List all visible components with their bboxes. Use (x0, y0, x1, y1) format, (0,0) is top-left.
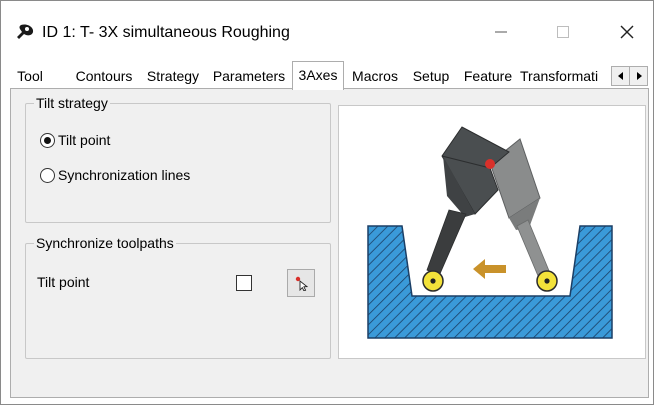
title-bar: ID 1: T- 3X simultaneous Roughing (1, 1, 653, 57)
workpiece-channel (367, 225, 613, 339)
synchronize-toolpaths-group: Synchronize toolpaths Tilt point (25, 235, 331, 359)
maximize-icon (557, 26, 569, 38)
radio-tilt-point-label: Tilt point (58, 132, 111, 148)
tool-left-tilted (426, 126, 510, 277)
contact-point-right-center (544, 278, 550, 284)
tilt-diagram (338, 105, 646, 359)
close-button[interactable] (602, 11, 652, 53)
radio-tilt-point[interactable]: Tilt point (40, 132, 110, 148)
close-icon (620, 25, 634, 39)
tilt-diagram-svg (367, 126, 613, 339)
sync-tilt-point-checkbox[interactable] (236, 275, 252, 291)
synchronize-toolpaths-title: Synchronize toolpaths (34, 235, 176, 251)
tab-scroll-right-button[interactable] (629, 66, 648, 86)
radio-button[interactable] (40, 167, 55, 183)
tab-strategy[interactable]: Strategy (141, 65, 205, 87)
sync-tilt-point-label: Tilt point (37, 274, 90, 290)
tab-3axes[interactable]: 3Axes (292, 61, 344, 90)
contact-point-left-center (430, 278, 436, 284)
maximize-button[interactable] (540, 11, 586, 53)
tilt-point-marker (485, 159, 495, 169)
minimize-button[interactable] (478, 11, 524, 53)
app-logo-icon (17, 24, 34, 39)
radio-synchronization-lines-label: Synchronization lines (58, 167, 191, 183)
dialog-window: ID 1: T- 3X simultaneous Roughing Tool C… (0, 0, 654, 405)
minimize-icon (495, 31, 507, 33)
tab-setup[interactable]: Setup (407, 65, 455, 87)
radio-synchronization-lines[interactable]: Synchronization lines (40, 167, 190, 183)
tab-scroll-left-button[interactable] (611, 66, 630, 86)
pick-cursor-icon (295, 276, 309, 291)
tab-macros[interactable]: Macros (345, 65, 405, 87)
triangle-right-icon (636, 72, 642, 80)
direction-arrow (473, 259, 506, 279)
radio-selected-dot (44, 136, 51, 144)
tilt-strategy-group: Tilt strategy Tilt point Synchronization… (25, 95, 331, 223)
tab-panel-3axes: Tilt strategy Tilt point Synchronization… (10, 88, 649, 398)
radio-button[interactable] (40, 132, 55, 148)
tab-contours[interactable]: Contours (69, 65, 139, 87)
pick-tilt-point-button[interactable] (287, 269, 315, 297)
tab-transformation[interactable]: Transformati (520, 65, 611, 87)
tab-feature[interactable]: Feature (458, 65, 518, 87)
window-title: ID 1: T- 3X simultaneous Roughing (42, 24, 290, 41)
tab-parameters[interactable]: Parameters (207, 65, 291, 87)
tab-strip: Tool Contours Strategy Parameters 3Axes … (10, 61, 648, 90)
tab-tool[interactable]: Tool (10, 65, 50, 87)
tilt-strategy-title: Tilt strategy (34, 95, 110, 111)
triangle-left-icon (617, 72, 623, 80)
